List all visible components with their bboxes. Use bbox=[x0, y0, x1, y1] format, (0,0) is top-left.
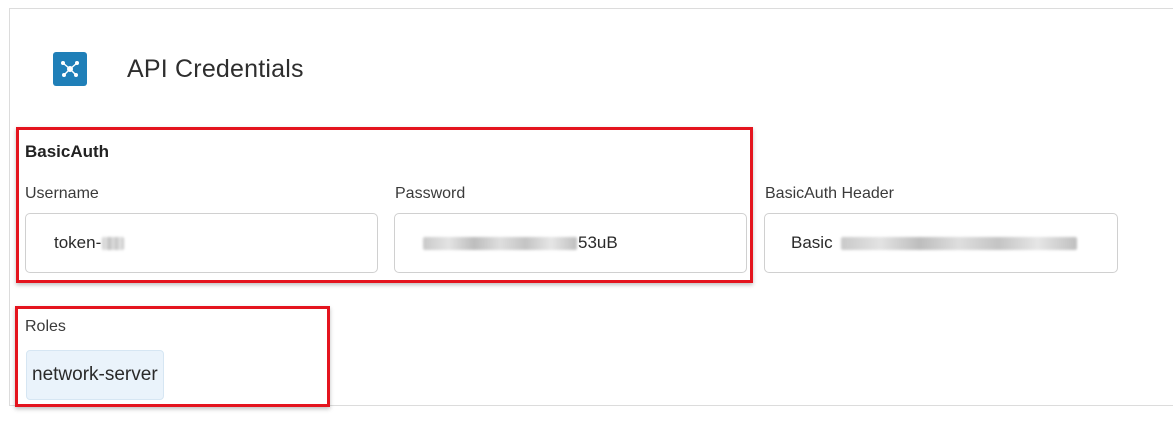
role-chip-network-server: network-server bbox=[26, 350, 164, 400]
roles-label: Roles bbox=[25, 318, 66, 335]
password-label: Password bbox=[395, 185, 466, 202]
username-field[interactable]: token- bbox=[25, 213, 378, 273]
basic-auth-section-label: BasicAuth bbox=[25, 142, 110, 161]
basic-auth-header-label: BasicAuth Header bbox=[765, 185, 894, 202]
username-value: token- bbox=[54, 233, 102, 252]
password-value: 53uB bbox=[578, 233, 618, 252]
password-field[interactable]: 53uB bbox=[394, 213, 747, 273]
basic-auth-header-field[interactable]: Basic bbox=[764, 213, 1118, 273]
username-label: Username bbox=[25, 185, 99, 202]
password-redacted bbox=[423, 236, 577, 250]
basic-auth-header-value: Basic bbox=[791, 233, 833, 252]
page-title: API Credentials bbox=[127, 55, 304, 83]
username-redacted bbox=[102, 236, 125, 250]
basic-auth-header-redacted bbox=[840, 236, 1077, 250]
network-nodes-icon bbox=[53, 52, 87, 86]
